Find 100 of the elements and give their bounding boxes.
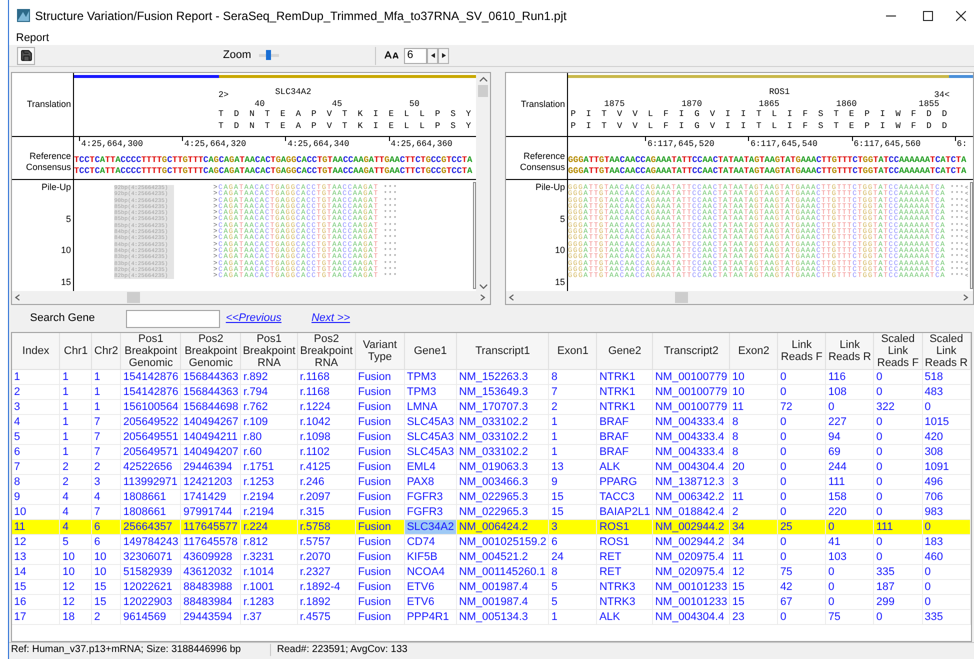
- column-header[interactable]: Pos2 Breakpoint Genomic: [180, 333, 241, 370]
- table-row[interactable]: 11 4 6 25664357 117645577 r.224 r.5758 Fusion SLC34A2 NM_006424.2 3 ROS1 NM_002944.2 34 25 0 111 0: [12, 520, 970, 534]
- table-row[interactable]: 15 12 15 12022621 88483988 r.1001 r.1892-4 Fusion ETV6 NM_001987.4 5 NTRK3 NM_00101233 15 42 0 187 0: [12, 580, 970, 594]
- amino-acid-row: P I T V V L F I G V I I T L I F S T E P I W F D D: [570, 121, 948, 132]
- decrement-button[interactable]: [427, 48, 438, 64]
- reference-sequence: GGGATTGTAACAACCAGAAATATTCCAACTATAATAGTAAGTATGAAACTTGTTTCTGGTATCCAAAAAATCATCTA: [568, 155, 966, 166]
- table-row[interactable]: 17 18 2 9614569 29443594 r.37 r.4575 Fusion PPP4R1 NM_005134.3 1 ALK NM_004304.4 23 0 75 0 335: [12, 610, 970, 624]
- table-cell: 9614569: [120, 610, 181, 624]
- scroll-thumb[interactable]: [478, 85, 488, 97]
- table-cell: 2: [92, 610, 121, 624]
- ruler-label: 4:25,664,300: [81, 139, 144, 149]
- column-header[interactable]: Scaled Link Reads R: [922, 333, 970, 370]
- reference-sequence: TCCTCATTACCCCTTTTGCTTGTTTCAGCAGATAACACTGAGGCACCTGTAACCAAGATTGAACTTCTGCCGTCCTA: [74, 155, 472, 166]
- column-header[interactable]: Variant Type: [355, 333, 404, 370]
- slider-thumb[interactable]: [266, 50, 272, 60]
- column-header[interactable]: Exon1: [548, 333, 597, 370]
- table-row[interactable]: 16 12 15 12022903 88483984 r.1283 r.1892 Fusion ETV6 NM_001987.4 5 NTRK3 NM_00101233 15 67 0 299 0: [12, 594, 970, 610]
- scroll-thumb[interactable]: [675, 292, 688, 303]
- track-label: Pile-Up: [41, 182, 71, 192]
- track-label: Reference: [523, 151, 565, 162]
- status-text: Read#: 223591; AvgCov: 133: [276, 644, 408, 656]
- codon-number: 45: [332, 98, 342, 110]
- close-icon[interactable]: [956, 10, 966, 20]
- table-row[interactable]: 12 5 6 149784243 117645578 r.812 r.5757 Fusion CD74 NM_001025159.2 6 ROS1 NM_002944.2 34 0 41 0 183: [12, 534, 970, 550]
- table-cell: Fusion: [355, 610, 404, 624]
- consensus-sequence: GGGATTGTAACAACCAGAAATATTCCAACTATAATAGTAAGTATGAAACTTGTTTCTGGTATCCAAAAAATCATCTA: [568, 166, 966, 177]
- menu-item[interactable]: Report: [16, 32, 50, 44]
- next-link[interactable]: Next >>: [311, 310, 350, 327]
- table-row[interactable]: 7 2 2 42522656 29446394 r.1751 r.4125 Fusion EML4 NM_019063.3 13 ALK NM_004304.4 20 0 244 0 1091: [12, 460, 970, 474]
- vertical-scrollbar[interactable]: [476, 73, 490, 291]
- scroll-up-icon[interactable]: [478, 75, 488, 84]
- search-field[interactable]: [126, 310, 220, 328]
- row-number: 5: [560, 214, 565, 224]
- table-row[interactable]: 13 10 10 32306071 43609928 r.3231 r.2070 Fusion KIF5B NM_004521.2 24 RET NM_020975.4 11 0 103 0 460: [12, 550, 970, 564]
- track-label: Consensus: [26, 162, 71, 173]
- save-icon: [20, 49, 32, 62]
- zoom-slider[interactable]: [259, 50, 280, 62]
- horizontal-scrollbar[interactable]: [12, 291, 490, 304]
- column-header[interactable]: Gene1: [404, 333, 456, 370]
- horizontal-scrollbar[interactable]: [506, 291, 973, 304]
- column-header[interactable]: Pos1 Breakpoint RNA: [240, 333, 298, 370]
- table-cell: 17: [12, 610, 60, 624]
- track-label: Pile-Up: [535, 182, 565, 192]
- table-row[interactable]: 2 1 1 154142876 156844363 r.794 r.1168 Fusion TPM3 NM_153649.3 7 NTRK1 NM_00100779 10 0 108 0 483: [12, 384, 970, 400]
- row-number: 15: [554, 276, 565, 287]
- table-cell: 75: [826, 610, 874, 624]
- maximize-icon[interactable]: [923, 10, 933, 20]
- table-row[interactable]: 3 1 1 156100564 156844698 r.762 r.1224 Fusion LMNA NM_170707.3 2 NTRK1 NM_00100779 11 72 0 322 0: [12, 400, 970, 414]
- table-row[interactable]: 14 10 10 51582939 43612032 r.1014 r.2327 Fusion NCOA4 NM_001145260.1 8 RET NM_020975.4 12 75 0 335 0: [12, 564, 970, 580]
- column-header[interactable]: Pos2 Breakpoint RNA: [297, 333, 356, 370]
- app-icon: [17, 9, 30, 22]
- ruler-label: 6:: [956, 139, 968, 149]
- track-label: Translation: [26, 98, 71, 111]
- column-header[interactable]: Transcript2: [652, 333, 730, 370]
- codon-number: 1860: [836, 98, 857, 110]
- column-header[interactable]: Chr2: [92, 333, 121, 370]
- increment-button[interactable]: [438, 48, 450, 64]
- gene-name: ROS1: [769, 86, 790, 99]
- scroll-thumb[interactable]: [127, 292, 140, 303]
- frame-marker: 2>: [218, 89, 229, 102]
- previous-link[interactable]: <<Previous: [226, 310, 282, 327]
- column-header[interactable]: Link Reads F: [778, 333, 826, 370]
- scroll-right-icon[interactable]: [962, 293, 971, 302]
- column-header[interactable]: Chr1: [60, 333, 92, 370]
- scroll-right-icon[interactable]: [479, 293, 488, 302]
- table-cell: PPP4R1: [404, 610, 456, 624]
- column-header[interactable]: Exon2: [730, 333, 778, 370]
- column-header[interactable]: Link Reads R: [826, 333, 874, 370]
- search-label: Search Gene: [30, 311, 95, 326]
- column-header[interactable]: Scaled Link Reads F: [874, 333, 922, 370]
- codon-number: 40: [254, 98, 265, 111]
- status-text: Ref: Human_v37.p13+mRNA; Size: 3188446996 bp: [9, 644, 271, 656]
- table-cell: ALK: [596, 610, 653, 624]
- scroll-down-icon[interactable]: [478, 282, 488, 291]
- table-cell: 23: [730, 610, 778, 624]
- font-size-field[interactable]: 6: [404, 48, 428, 64]
- pileup-scrollbar[interactable]: [473, 182, 476, 289]
- table-cell: r.4575: [297, 610, 356, 624]
- table-row[interactable]: 4 1 7 205649522 140494267 r.109 r.1042 Fusion SLC45A3 NM_033102.2 1 BRAF NM_004333.4 8 0 227 0 1015: [12, 414, 970, 430]
- table-row[interactable]: 6 1 7 205649571 140494207 r.60 r.1102 Fusion SLC45A3 NM_033102.2 1 BRAF NM_004333.4 8 0 69 0 308: [12, 444, 970, 460]
- codon-number: 1875: [604, 98, 625, 110]
- column-header[interactable]: Gene2: [596, 333, 653, 370]
- ruler-label: 4:25,664,320: [184, 139, 246, 149]
- table-row[interactable]: 8 2 3 113992971 12421203 r.1253 r.246 Fusion PAX8 NM_003466.3 9 PPARG NM_138712.3 3 0 111 0 496: [12, 474, 970, 490]
- table-row[interactable]: 1 1 1 154142876 156844363 r.892 r.1168 Fusion TPM3 NM_152263.3 8 NTRK1 NM_00100779 10 0 116 0 518: [12, 370, 970, 384]
- column-header[interactable]: Transcript1: [456, 333, 549, 370]
- right-triangle-icon: [442, 53, 446, 58]
- ruler-label: 6:117,645,520: [647, 139, 714, 149]
- table-cell: 0: [874, 610, 922, 624]
- pileup-scrollbar[interactable]: [970, 182, 973, 289]
- table-cell: NM_005134.3: [456, 610, 549, 624]
- column-header[interactable]: Pos1 Breakpoint Genomic: [120, 333, 181, 370]
- table-row[interactable]: 5 1 7 205649551 140494211 r.80 r.1098 Fusion SLC45A3 NM_033102.2 1 BRAF NM_004333.4 8 0 94 0 420: [12, 430, 970, 444]
- table-row[interactable]: 10 4 7 1808661 97991744 r.2194 r.315 Fusion FGFR3 NM_022965.3 15 BAIAP2L1 NM_018842.4 2 0 220 0 983: [12, 504, 970, 520]
- codon-number: 50: [409, 98, 420, 111]
- table-row[interactable]: 9 4 4 1808661 1741429 r.2194 r.2097 Fusion FGFR3 NM_022965.3 15 TACC3 NM_006342.2 11 0 158 0 706: [12, 490, 970, 504]
- column-header[interactable]: Index: [12, 333, 60, 370]
- ruler-label: 4:25,664,340: [287, 139, 350, 149]
- save-button[interactable]: [17, 46, 35, 64]
- ruler-label: 6:117,645,540: [750, 139, 818, 149]
